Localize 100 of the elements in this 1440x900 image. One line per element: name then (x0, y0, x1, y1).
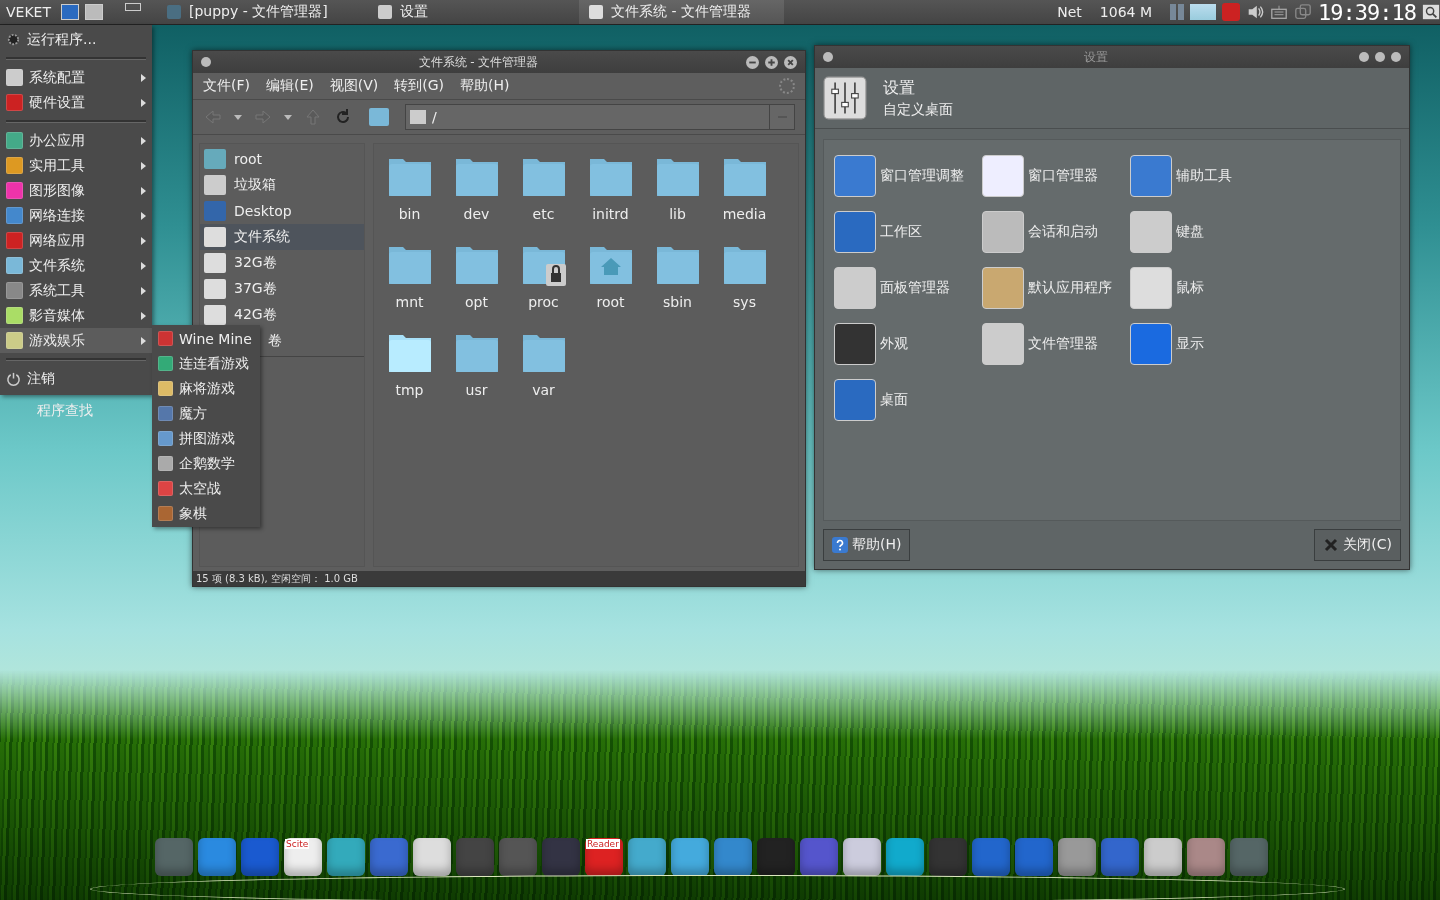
settings-item[interactable]: 会话和启动 (982, 204, 1130, 260)
menu-bar-item[interactable]: 视图(V) (329, 77, 379, 95)
folder-item[interactable]: mnt (376, 244, 443, 332)
places-item[interactable]: 42G卷 (200, 302, 364, 328)
settings-subtitle: 自定义桌面 (883, 100, 953, 119)
dropdown-caret-icon[interactable] (283, 112, 293, 122)
settings-app-icon (834, 379, 876, 421)
settings-item[interactable]: 默认应用程序 (982, 260, 1130, 316)
settings-item[interactable]: 工作区 (834, 204, 982, 260)
search-icon[interactable] (1422, 3, 1440, 21)
menu-item[interactable]: 注销 (0, 366, 152, 391)
places-item[interactable]: 垃圾箱 (200, 172, 364, 198)
keyboard-icon[interactable] (1270, 3, 1289, 21)
menu-bar-item[interactable]: 转到(G) (394, 77, 445, 95)
menu-item[interactable]: 影音媒体 (0, 303, 152, 328)
folder-item[interactable]: root (577, 244, 644, 332)
settings-app-icon (1130, 155, 1172, 197)
menu-item[interactable]: Wine Mine (152, 326, 260, 351)
menu-bar-item[interactable]: 文件(F) (203, 77, 250, 95)
submenu-arrow-icon (141, 186, 146, 195)
window-menu-icon[interactable] (201, 57, 211, 67)
menu-item[interactable]: 网络连接 (0, 203, 152, 228)
close-button[interactable]: 关闭(C) (1314, 529, 1401, 561)
app-category-icon (6, 257, 23, 274)
menu-button[interactable]: VEKET (0, 4, 55, 20)
folder-item[interactable]: var (510, 332, 577, 420)
dock-app-icon[interactable]: Scite (284, 838, 322, 876)
network-graph-icon (1190, 4, 1217, 20)
settings-item[interactable]: 键盘 (1130, 204, 1278, 260)
menu-bar-item[interactable]: 编辑(E) (266, 77, 314, 95)
settings-item[interactable]: 窗口管理器 (982, 148, 1130, 204)
folder-item[interactable]: lib (644, 156, 711, 244)
menu-item[interactable]: 图形图像 (0, 178, 152, 203)
settings-item[interactable]: 显示 (1130, 316, 1278, 372)
desktop-icon[interactable] (61, 4, 79, 20)
taskbar-button[interactable]: 文件系统 - 文件管理器 (579, 0, 784, 24)
submenu-arrow-icon (141, 311, 146, 320)
settings-item[interactable]: 桌面 (834, 372, 982, 428)
speaker-icon[interactable] (1246, 3, 1265, 21)
menu-item[interactable]: 企鹅数学 (152, 451, 260, 476)
menu-item[interactable]: 象棋 (152, 501, 260, 526)
place-icon (204, 149, 226, 169)
places-item[interactable]: Desktop (200, 198, 364, 224)
menu-item[interactable]: 硬件设置 (0, 90, 152, 115)
folder-item[interactable]: sbin (644, 244, 711, 332)
menu-item[interactable]: 网络应用 (0, 228, 152, 253)
menu-item[interactable]: 游戏娱乐 (0, 328, 152, 353)
folder-item[interactable]: etc (510, 156, 577, 244)
folder-item[interactable]: initrd (577, 156, 644, 244)
minimize-icon[interactable] (1359, 52, 1369, 62)
settings-item[interactable]: 面板管理器 (834, 260, 982, 316)
pager-icon[interactable] (125, 3, 141, 11)
windows-icon[interactable] (1294, 3, 1313, 21)
menu-item[interactable]: 麻将游戏 (152, 376, 260, 401)
help-button[interactable]: 帮助(H) (823, 529, 911, 561)
menu-item[interactable]: 太空战 (152, 476, 260, 501)
submenu-arrow-icon (141, 136, 146, 145)
menu-item[interactable]: 连连看游戏 (152, 351, 260, 376)
app-category-icon (6, 94, 23, 111)
places-item[interactable]: 37G卷 (200, 276, 364, 302)
settings-item[interactable]: 窗口管理调整 (834, 148, 982, 204)
dock-app-icon[interactable] (757, 838, 795, 876)
folder-item[interactable]: sys (711, 244, 778, 332)
folder-item[interactable]: tmp (376, 332, 443, 420)
places-item[interactable]: root (200, 146, 364, 172)
places-item[interactable]: 32G卷 (200, 250, 364, 276)
taskbar-button[interactable]: 设置 (368, 0, 573, 24)
dropdown-caret-icon[interactable] (233, 112, 243, 122)
settings-item[interactable]: 外观 (834, 316, 982, 372)
dock-app-icon[interactable]: Reader (585, 838, 623, 876)
maximize-icon[interactable] (765, 55, 778, 69)
settings-item[interactable]: 文件管理器 (982, 316, 1130, 372)
path-field[interactable]: / (405, 104, 795, 130)
places-item[interactable]: 文件系统 (200, 224, 364, 250)
settings-app-icon (834, 267, 876, 309)
menu-bar-item[interactable]: 帮助(H) (460, 77, 510, 95)
close-icon[interactable] (1391, 52, 1401, 62)
folder-item[interactable]: media (711, 156, 778, 244)
menu-item[interactable]: 运行程序... (0, 27, 152, 52)
menu-item[interactable]: 系统配置 (0, 65, 152, 90)
folder-item[interactable]: opt (443, 244, 510, 332)
folder-item[interactable]: proc (510, 244, 577, 332)
app-tray-icon[interactable] (1222, 3, 1241, 21)
menu-item[interactable]: 魔方 (152, 401, 260, 426)
settings-item[interactable]: 辅助工具 (1130, 148, 1278, 204)
menu-item[interactable]: 实用工具 (0, 153, 152, 178)
minimize-icon[interactable] (746, 55, 759, 69)
folder-item[interactable]: usr (443, 332, 510, 420)
settings-item[interactable]: 鼠标 (1130, 260, 1278, 316)
menu-item[interactable]: 文件系统 (0, 253, 152, 278)
taskbar-button[interactable]: [puppy - 文件管理器] (157, 0, 362, 24)
menu-item[interactable]: 办公应用 (0, 128, 152, 153)
folder-item[interactable]: bin (376, 156, 443, 244)
maximize-icon[interactable] (1375, 52, 1385, 62)
folder-item[interactable]: dev (443, 156, 510, 244)
game-icon (158, 506, 173, 521)
window-menu-icon[interactable] (823, 52, 833, 62)
menu-item[interactable]: 拼图游戏 (152, 426, 260, 451)
close-icon[interactable] (784, 55, 797, 69)
menu-item[interactable]: 系统工具 (0, 278, 152, 303)
